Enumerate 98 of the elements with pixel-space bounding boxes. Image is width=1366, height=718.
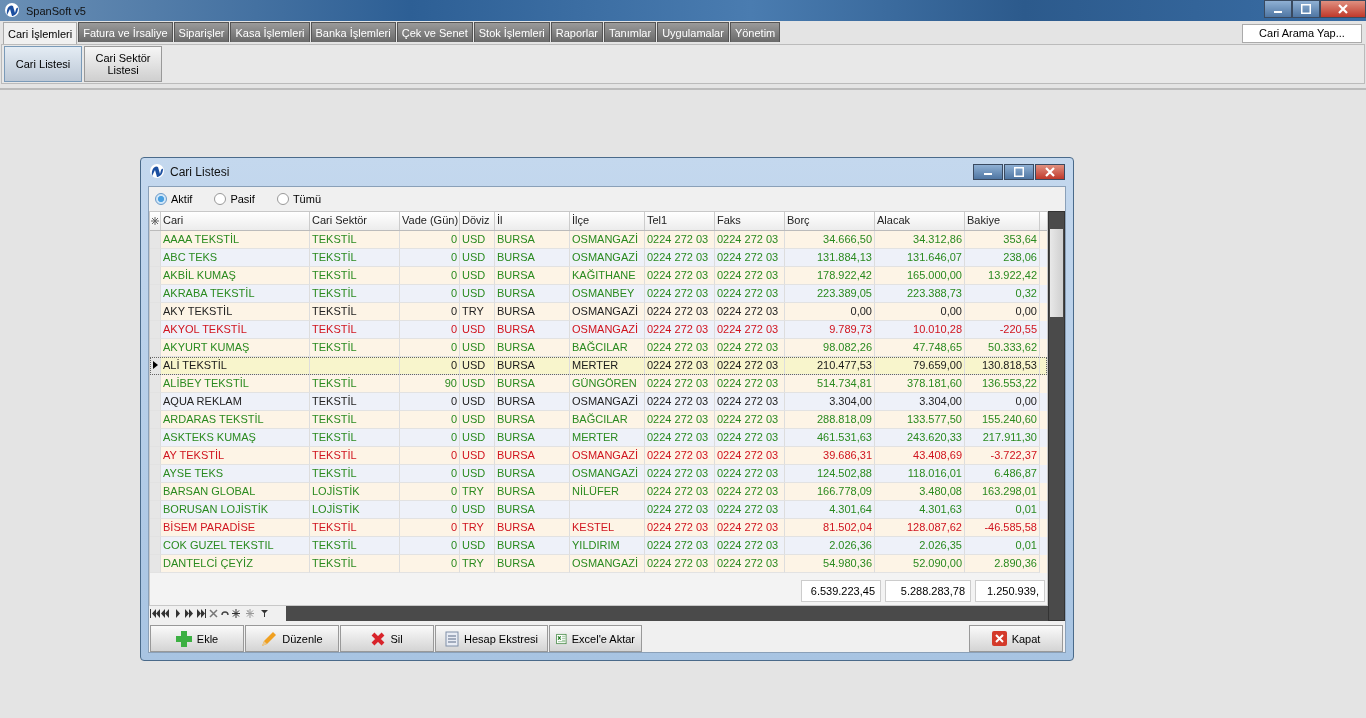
- radio-label: Aktif: [171, 193, 193, 205]
- action-button[interactable]: Excel'e Aktar: [549, 625, 642, 652]
- table-row[interactable]: BARSAN GLOBAL LOJİSTİK 0 TRY BURSA NİLÜFER 0224 272 03 0224 272 03 166.778,09 3.480,08 163.298,01: [150, 483, 1047, 501]
- cross-icon: [371, 631, 386, 646]
- table-cell: DANTELCİ ÇEYİZ: [161, 555, 310, 573]
- minimize-button[interactable]: [973, 164, 1003, 180]
- menu-tab[interactable]: Yönetim: [729, 22, 781, 42]
- table-row[interactable]: ARDARAS TEKSTİL TEKSTİL 0 USD BURSA BAĞCILAR 0224 272 03 0224 272 03 288.818,09 133.577,50 155.240,60: [150, 411, 1047, 429]
- table-row[interactable]: AKYOL TEKSTİL TEKSTİL 0 USD BURSA OSMANGAZİ 0224 272 03 0224 272 03 9.789,73 10.010,28 -220,55: [150, 321, 1047, 339]
- menu-tab[interactable]: Siparişler: [173, 22, 230, 42]
- column-header[interactable]: Faks: [715, 212, 785, 230]
- plus-icon: [175, 630, 192, 647]
- ribbon-button[interactable]: Cari Sektör Listesi: [84, 46, 162, 82]
- table-cell: BURSA: [495, 555, 570, 573]
- minimize-icon: [1274, 11, 1282, 13]
- radio-button[interactable]: [214, 193, 227, 205]
- radio-button[interactable]: [155, 193, 167, 205]
- menu-tab[interactable]: Tanımlar: [603, 22, 657, 42]
- radio-label: Tümü: [292, 193, 321, 205]
- table-row[interactable]: ALİBEY TEKSTİL TEKSTİL 90 USD BURSA GÜNGÖREN 0224 272 03 0224 272 03 514.734,81 378.181,60 136.553,22: [150, 375, 1047, 393]
- table-row[interactable]: ALİ TEKSTİL 0 USD BURSA MERTER 0224 272 03 0224 272 03 210.477,53 79.659,00 130.818,53: [150, 357, 1047, 375]
- column-header[interactable]: Alacak: [875, 212, 965, 230]
- table-cell: 54.980,36: [785, 555, 875, 573]
- table-row[interactable]: BİSEM PARADİSE TEKSTİL 0 TRY BURSA KESTEL 0224 272 03 0224 272 03 81.502,04 128.087,62 -46.585,58: [150, 519, 1047, 537]
- app-logo-icon: [4, 1, 20, 18]
- table-cell: 52.090,00: [875, 555, 965, 573]
- maximize-icon: [1014, 167, 1024, 177]
- total-field: 1.250.939,: [975, 580, 1045, 602]
- table-row[interactable]: AKBİL KUMAŞ TEKSTİL 0 USD BURSA KAĞITHANE 0224 272 03 0224 272 03 178.922,42 165.000,00 13.922,42: [150, 267, 1047, 285]
- table-cell: 2.890,36: [965, 555, 1040, 573]
- radio-option[interactable]: Pasif: [214, 193, 255, 205]
- window-title: SpanSoft v5: [26, 4, 86, 17]
- close-icon: [991, 631, 1007, 646]
- ribbon-button[interactable]: Cari Listesi: [4, 46, 82, 82]
- table-cell: 0: [400, 555, 460, 573]
- maximize-button[interactable]: [1292, 0, 1320, 18]
- menu-tab[interactable]: Fatura ve İrsaliye: [78, 22, 173, 42]
- column-header[interactable]: Döviz: [460, 212, 495, 230]
- app-logo-icon: [149, 163, 165, 179]
- maximize-button[interactable]: [1004, 164, 1034, 180]
- horizontal-scrollbar[interactable]: [286, 606, 1048, 621]
- menu-tab[interactable]: Raporlar: [550, 22, 603, 42]
- table-cell: TEKSTİL: [310, 555, 400, 573]
- menu-tab[interactable]: Uygulamalar: [657, 22, 729, 42]
- table-row[interactable]: AQUA REKLAM TEKSTİL 0 USD BURSA OSMANGAZİ 0224 272 03 0224 272 03 3.304,00 3.304,00 0,00: [150, 393, 1047, 411]
- radio-button[interactable]: [276, 193, 289, 205]
- column-header[interactable]: Cari Sektör: [310, 212, 400, 230]
- radio-label: Pasif: [230, 193, 255, 205]
- table-row[interactable]: COK GUZEL TEKSTIL TEKSTİL 0 USD BURSA YILDIRIM 0224 272 03 0224 272 03 2.026,36 2.026,35 0,01: [150, 537, 1047, 555]
- pencil-icon: [261, 630, 278, 647]
- column-header[interactable]: Tel1: [645, 212, 715, 230]
- action-button[interactable]: Hesap Ekstresi: [435, 625, 548, 652]
- table-row[interactable]: AKYURT KUMAŞ TEKSTİL 0 USD BURSA BAĞCILAR 0224 272 03 0224 272 03 98.082,26 47.748,65 50.333,62: [150, 339, 1047, 357]
- menu-tab[interactable]: Stok İşlemleri: [473, 22, 550, 42]
- table-cell: OSMANGAZİ: [570, 555, 645, 573]
- action-button[interactable]: Düzenle: [245, 625, 339, 652]
- vertical-scrollbar[interactable]: [1048, 211, 1065, 621]
- maximize-icon: [1301, 4, 1311, 14]
- action-button[interactable]: Ekle: [150, 625, 244, 652]
- radio-option[interactable]: Aktif: [155, 193, 193, 205]
- table-row[interactable]: AAAA TEKSTİL TEKSTİL 0 USD BURSA OSMANGAZİ 0224 272 03 0224 272 03 34.666,50 34.312,86 353,64: [150, 231, 1047, 249]
- column-header[interactable]: Cari: [161, 212, 310, 230]
- close-icon: [1338, 4, 1348, 14]
- row-indicator[interactable]: [150, 357, 161, 375]
- minimize-icon: [984, 173, 992, 175]
- current-row-icon: [152, 359, 158, 372]
- column-header[interactable]: Borç: [785, 212, 875, 230]
- action-button[interactable]: Sil: [340, 625, 434, 652]
- menu-tab[interactable]: Cari İşlemleri: [3, 22, 78, 44]
- total-field: 5.288.283,78: [885, 580, 971, 602]
- radio-option[interactable]: Tümü: [276, 193, 321, 205]
- table-row[interactable]: ASKTEKS KUMAŞ TEKSTİL 0 USD BURSA MERTER 0224 272 03 0224 272 03 461.531,63 243.620,33 217.911,30: [150, 429, 1047, 447]
- table-cell: TRY: [460, 555, 495, 573]
- table-row[interactable]: DANTELCİ ÇEYİZ TEKSTİL 0 TRY BURSA OSMANGAZİ 0224 272 03 0224 272 03 54.980,36 52.090,00 2.890,36: [150, 555, 1047, 573]
- close-icon: [1045, 167, 1055, 177]
- total-field: 6.539.223,45: [801, 580, 881, 602]
- table-row[interactable]: AYSE TEKS TEKSTİL 0 USD BURSA OSMANGAZİ 0224 272 03 0224 272 03 124.502,88 118.016,01 6.486,87: [150, 465, 1047, 483]
- column-header[interactable]: Vade (Gün): [400, 212, 460, 230]
- menu-tab[interactable]: Banka İşlemleri: [310, 22, 396, 42]
- menu-tab[interactable]: Çek ve Senet: [396, 22, 473, 42]
- table-row[interactable]: BORUSAN LOJİSTİK LOJİSTİK 0 USD BURSA 0224 272 03 0224 272 03 4.301,64 4.301,63 0,01: [150, 501, 1047, 519]
- table-row[interactable]: ABC TEKS TEKSTİL 0 USD BURSA OSMANGAZİ 0224 272 03 0224 272 03 131.884,13 131.646,07 238,06: [150, 249, 1047, 267]
- column-header[interactable]: İl: [495, 212, 570, 230]
- table-cell: 0224 272 03: [645, 555, 715, 573]
- close-button[interactable]: [1320, 0, 1366, 18]
- table-row[interactable]: AKRABA TEKSTİL TEKSTİL 0 USD BURSA OSMANBEY 0224 272 03 0224 272 03 223.389,05 223.388,73 0,32: [150, 285, 1047, 303]
- close-button[interactable]: [1035, 164, 1065, 180]
- minimize-button[interactable]: [1264, 0, 1292, 18]
- search-button[interactable]: Cari Arama Yap...: [1242, 23, 1362, 43]
- close-dialog-button[interactable]: Kapat: [969, 625, 1063, 652]
- column-header[interactable]: İlçe: [570, 212, 645, 230]
- table-row[interactable]: AKY TEKSTİL TEKSTİL 0 TRY BURSA OSMANGAZİ 0224 272 03 0224 272 03 0,00 0,00 0,00: [150, 303, 1047, 321]
- menu-tab[interactable]: Kasa İşlemleri: [230, 22, 310, 42]
- table-cell: 0224 272 03: [715, 555, 785, 573]
- dialog-title: Cari Listesi: [170, 165, 230, 179]
- column-header[interactable]: Bakiye: [965, 212, 1040, 230]
- document-icon: [445, 630, 459, 647]
- table-row[interactable]: AY TEKSTİL TEKSTİL 0 USD BURSA OSMANGAZİ 0224 272 03 0224 272 03 39.686,31 43.408,69 -3.722,37: [150, 447, 1047, 465]
